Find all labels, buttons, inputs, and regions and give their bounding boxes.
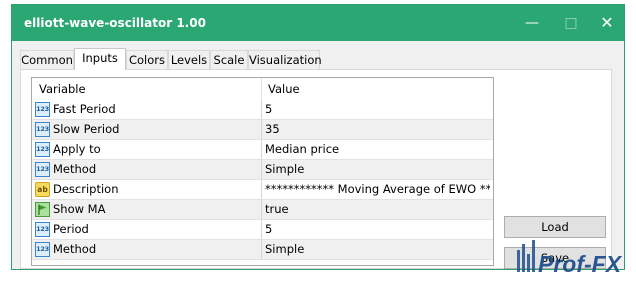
numeric-icon: 123 — [35, 242, 50, 257]
tab-colors[interactable]: Colors — [126, 50, 168, 69]
title-bar[interactable]: elliott-wave-oscillator 1.00 — □ ✕ — [12, 5, 624, 41]
table-row[interactable]: Show MA true — [32, 200, 493, 220]
inputs-grid: Variable Value 123 Fast Period 5 123 Slo… — [31, 77, 494, 266]
variable-name: Method — [53, 242, 97, 256]
bool-flag-icon — [35, 202, 50, 217]
table-row[interactable]: 123 Fast Period 5 — [32, 100, 493, 120]
prof-fx-watermark: Prof-FX — [517, 240, 623, 277]
tab-visualization[interactable]: Visualization — [248, 50, 322, 69]
value-cell[interactable]: ************ Moving Average of EWO **** — [265, 180, 490, 200]
column-divider — [261, 160, 262, 180]
table-row[interactable]: 123 Period 5 — [32, 220, 493, 240]
header-divider — [261, 78, 262, 100]
column-divider — [261, 120, 262, 140]
column-header-value[interactable]: Value — [268, 78, 300, 100]
column-divider — [261, 220, 262, 240]
variable-name: Slow Period — [53, 122, 120, 136]
variable-name: Apply to — [53, 142, 101, 156]
load-button[interactable]: Load — [504, 216, 606, 238]
column-header-variable[interactable]: Variable — [39, 78, 86, 100]
table-row[interactable]: 123 Apply to Median price — [32, 140, 493, 160]
table-row[interactable]: 123 Slow Period 35 — [32, 120, 493, 140]
variable-cell: Show MA — [32, 200, 261, 220]
variable-name: Fast Period — [53, 102, 116, 116]
column-divider — [261, 200, 262, 220]
value-cell[interactable]: 35 — [265, 120, 490, 140]
variable-cell: 123 Method — [32, 240, 261, 260]
row-divider — [32, 259, 493, 260]
table-row[interactable]: 123 Method Simple — [32, 240, 493, 260]
window-title: elliott-wave-oscillator 1.00 — [24, 16, 206, 30]
variable-name: Method — [53, 162, 97, 176]
tab-levels[interactable]: Levels — [168, 50, 210, 69]
column-divider — [261, 140, 262, 160]
table-row[interactable]: ab Description ************ Moving Avera… — [32, 180, 493, 200]
value-cell[interactable]: Median price — [265, 140, 490, 160]
watermark-bar — [517, 250, 520, 272]
numeric-icon: 123 — [35, 142, 50, 157]
maximize-icon: □ — [564, 15, 578, 31]
column-divider — [261, 240, 262, 260]
column-divider — [261, 180, 262, 200]
watermark-bar — [522, 244, 525, 272]
variable-cell: 123 Method — [32, 160, 261, 180]
value-cell[interactable]: Simple — [265, 240, 490, 260]
watermark-text: Prof-FX — [538, 251, 623, 277]
variable-name: Show MA — [53, 202, 106, 216]
numeric-icon: 123 — [35, 162, 50, 177]
variable-cell: 123 Apply to — [32, 140, 261, 160]
table-row[interactable]: 123 Method Simple — [32, 160, 493, 180]
indicator-properties-dialog: elliott-wave-oscillator 1.00 — □ ✕ Commo… — [11, 4, 625, 270]
value-cell[interactable]: Simple — [265, 160, 490, 180]
numeric-icon: 123 — [35, 222, 50, 237]
value-cell[interactable]: 5 — [265, 100, 490, 120]
watermark-bar — [532, 240, 535, 272]
tab-common[interactable]: Common — [20, 50, 74, 69]
variable-cell: ab Description — [32, 180, 261, 200]
variable-cell: 123 Fast Period — [32, 100, 261, 120]
value-cell[interactable]: true — [265, 200, 490, 220]
column-divider — [261, 100, 262, 120]
variable-cell: 123 Slow Period — [32, 120, 261, 140]
variable-cell: 123 Period — [32, 220, 261, 240]
text-icon: ab — [35, 182, 50, 197]
numeric-icon: 123 — [35, 102, 50, 117]
minimize-icon[interactable]: — — [518, 11, 546, 35]
variable-name: Period — [53, 222, 89, 236]
tab-inputs[interactable]: Inputs — [74, 48, 126, 70]
close-icon[interactable]: ✕ — [593, 11, 621, 35]
numeric-icon: 123 — [35, 122, 50, 137]
value-cell[interactable]: 5 — [265, 220, 490, 240]
dialog-body: Common Inputs Colors Levels Scale Visual… — [12, 41, 624, 269]
watermark-bar — [527, 254, 530, 272]
variable-name: Description — [53, 182, 119, 196]
tab-scale[interactable]: Scale — [210, 50, 248, 69]
